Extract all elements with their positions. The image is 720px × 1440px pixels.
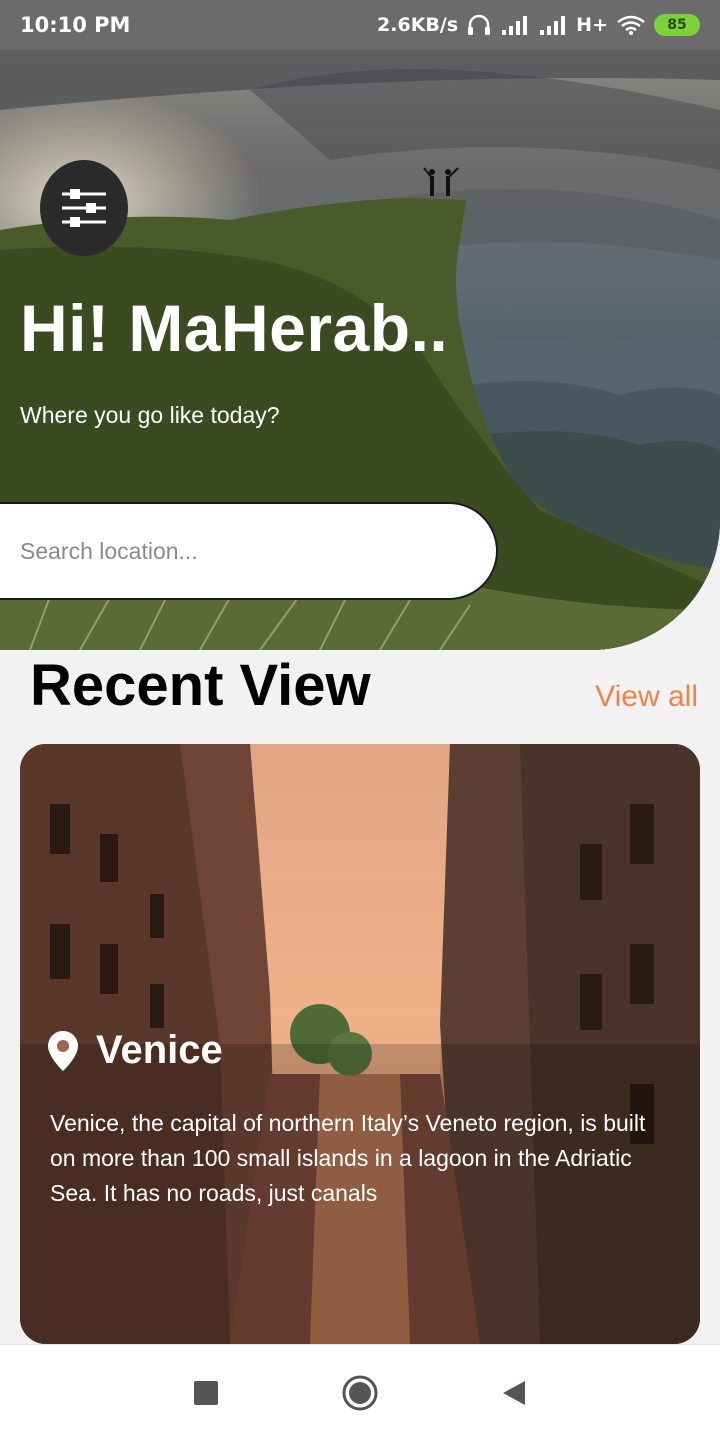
- recent-view-title: Recent View: [30, 653, 371, 718]
- status-icons: 2.6KB/s H+ 85: [377, 13, 700, 37]
- search-box[interactable]: [0, 502, 498, 600]
- view-all-link[interactable]: View all: [595, 680, 698, 714]
- filter-button[interactable]: [40, 160, 128, 256]
- square-icon: [194, 1380, 218, 1405]
- status-bar: 10:10 PM 2.6KB/s H+ 85: [0, 0, 720, 50]
- search-input[interactable]: [20, 537, 460, 565]
- sliders-icon: [62, 189, 106, 227]
- nav-back-button[interactable]: [492, 1371, 536, 1415]
- nav-home-button[interactable]: [338, 1371, 382, 1415]
- signal-icon: [502, 16, 528, 35]
- card-description: Venice, the capital of northern Italy’s …: [50, 1110, 646, 1206]
- signal-icon-2: [540, 16, 566, 35]
- greeting-subtitle: Where you go like today?: [20, 402, 280, 428]
- circle-icon: [342, 1375, 378, 1410]
- network-type: H+: [576, 14, 608, 36]
- hero-banner: Hi! MaHerab.. Where you go like today?: [0, 50, 720, 650]
- system-nav-bar: [0, 1344, 720, 1440]
- map-pin-icon: [48, 1030, 78, 1071]
- headphones-icon: [468, 14, 491, 35]
- status-time: 10:10 PM: [20, 13, 131, 37]
- wifi-icon: [617, 15, 645, 35]
- nav-recent-apps-button[interactable]: [184, 1371, 228, 1415]
- destination-card[interactable]: Venice Venice, the capital of northern I…: [20, 744, 700, 1344]
- greeting-title: Hi! MaHerab..: [20, 291, 449, 365]
- battery-indicator: 85: [654, 14, 700, 36]
- triangle-back-icon: [503, 1380, 525, 1405]
- card-title: Venice: [96, 1028, 223, 1072]
- network-speed: 2.6KB/s: [377, 14, 459, 36]
- card-location: Venice: [48, 1028, 223, 1073]
